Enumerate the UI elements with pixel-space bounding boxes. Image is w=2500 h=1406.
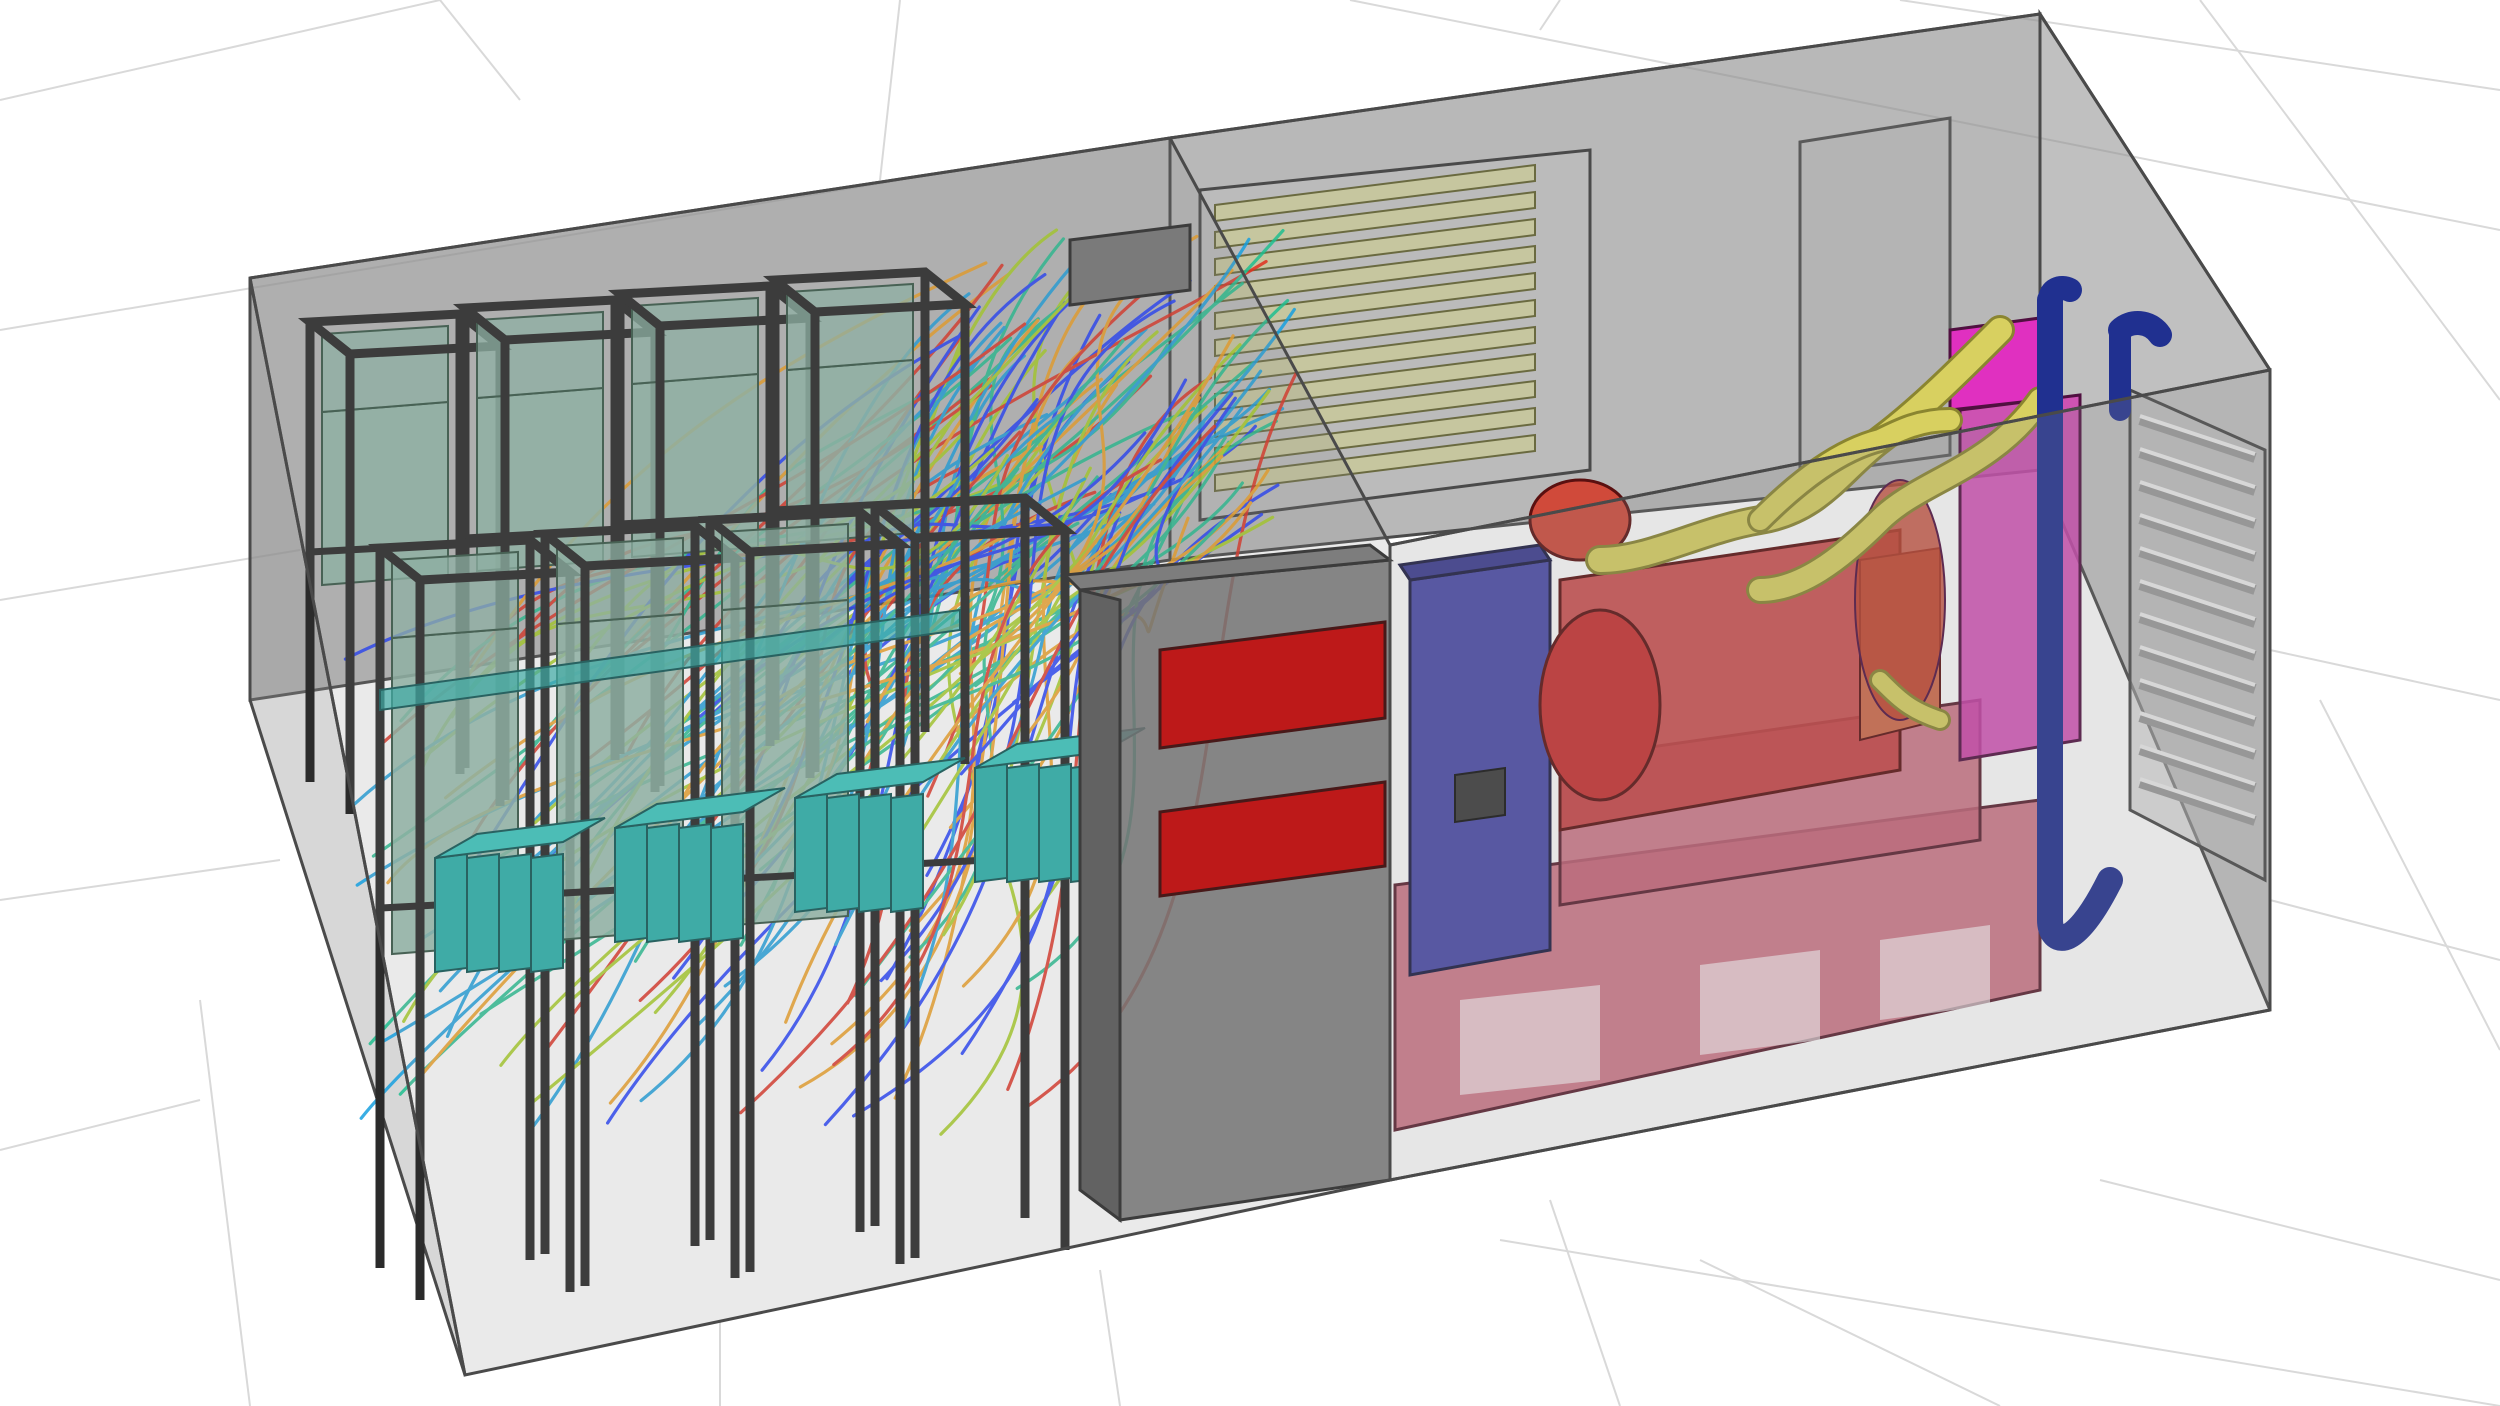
3d-viewport[interactable] [0,0,2500,1406]
floor-grid-line [1099,1269,1121,1406]
floor-grid-line [2269,649,2500,701]
floor-grid-line [199,999,251,1406]
floor-grid-line [0,1099,201,1151]
floor-grid-line [1549,1199,1621,1406]
floor-grid-line [0,0,441,101]
floor-grid-line [2319,699,2500,1051]
floor-grid-line [2099,1179,2500,1281]
floor-grid-line [879,0,901,181]
floor-grid-line [2269,899,2500,961]
floor-grid-line [1699,1259,2001,1406]
floor-grid-line [1539,0,1561,31]
floor-grid-line [0,859,281,901]
floor-grid-line [1499,1239,2500,1406]
floor-grid-line [439,0,521,101]
container-cfd-scene[interactable] [0,0,2500,1406]
